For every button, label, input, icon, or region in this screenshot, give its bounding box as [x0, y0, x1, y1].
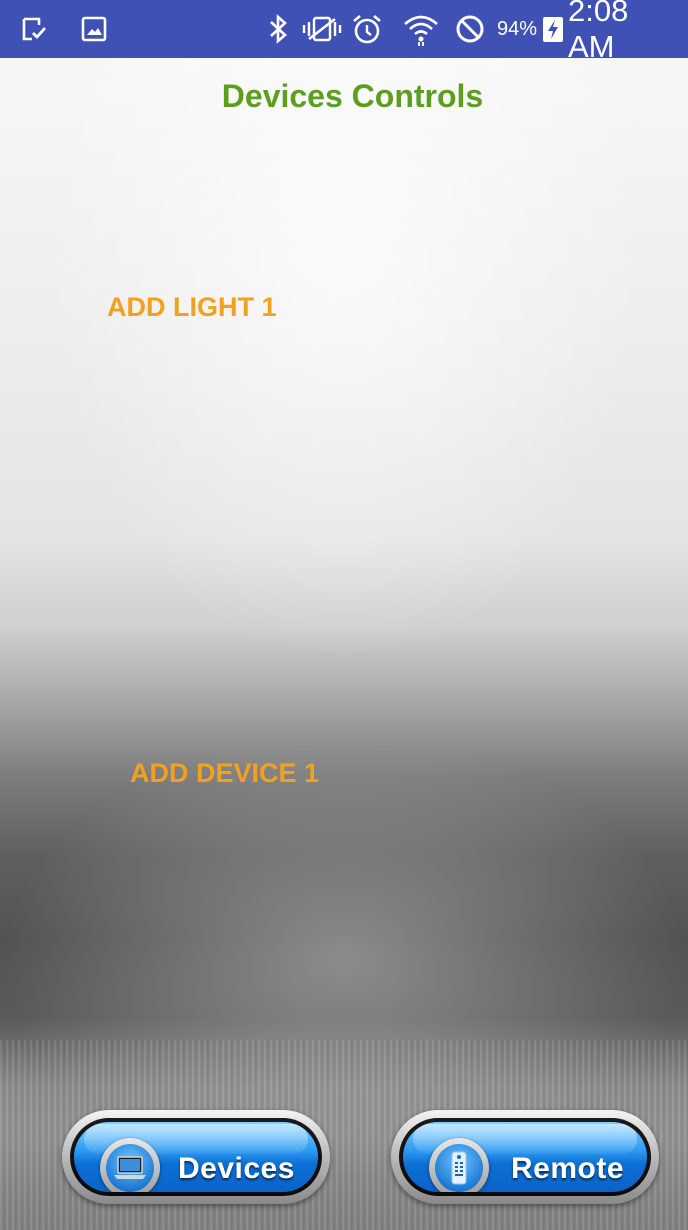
vibrate-icon: [300, 0, 344, 58]
remote-control-icon: [435, 1144, 483, 1192]
laptop-icon: [106, 1144, 154, 1192]
wifi-icon: [400, 0, 442, 58]
add-light-button[interactable]: ADD LIGHT 1: [107, 292, 277, 323]
devices-button[interactable]: Devices: [62, 1110, 330, 1204]
remote-icon-badge: [429, 1138, 489, 1192]
remote-button-label: Remote: [511, 1152, 625, 1185]
status-bar: 94% 2:08 AM: [0, 0, 688, 64]
devices-button-label: Devices: [178, 1152, 295, 1185]
download-done-icon: [14, 0, 54, 58]
do-not-disturb-icon: [452, 0, 488, 58]
devices-button-frame: Devices: [70, 1118, 322, 1196]
devices-button-face: Devices: [74, 1122, 318, 1192]
alarm-icon: [348, 0, 386, 58]
image-icon: [74, 0, 114, 58]
add-device-button[interactable]: ADD DEVICE 1: [130, 758, 319, 789]
bluetooth-icon: [264, 0, 294, 58]
status-time: 2:08 AM: [568, 0, 629, 64]
battery-percent: 94%: [496, 17, 538, 40]
remote-button[interactable]: Remote: [391, 1110, 659, 1204]
remote-button-frame: Remote: [399, 1118, 651, 1196]
page-title: Devices Controls: [221, 78, 484, 114]
remote-button-face: Remote: [403, 1122, 647, 1192]
devices-icon-badge: [100, 1138, 160, 1192]
app-screen: 94% 2:08 AM Devices Controls ADD LIGHT 1…: [0, 0, 688, 1230]
battery-charging-icon: [541, 0, 565, 58]
